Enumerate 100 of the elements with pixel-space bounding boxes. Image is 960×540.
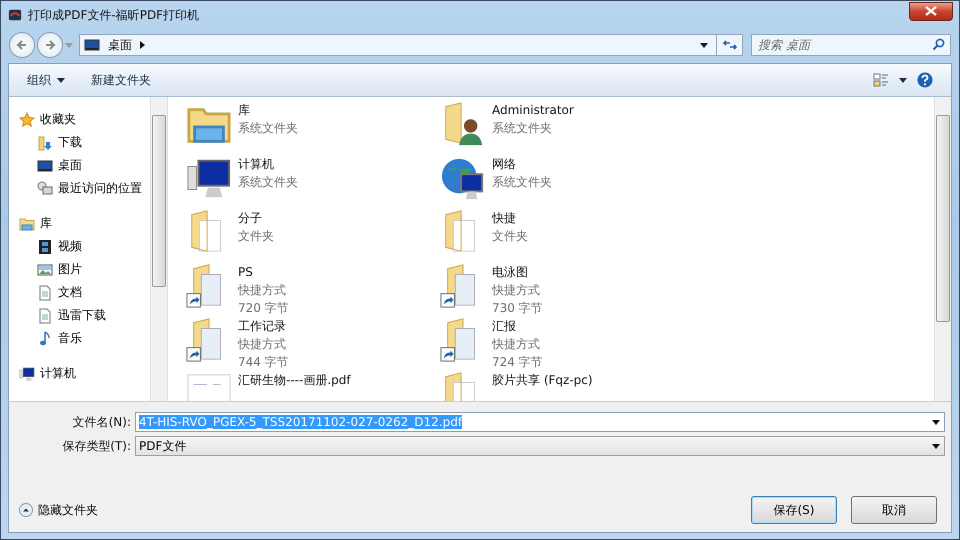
file-item[interactable]: 网络 系统文件夹 [440,155,694,209]
desktop-icon [37,158,53,174]
address-location[interactable]: 桌面 [108,36,132,54]
file-name: 分子 [238,210,263,227]
sidebar-item-label[interactable]: 下载 [58,134,82,151]
file-size: 724 字节 [492,354,543,371]
document-icon [37,284,53,300]
sidebar-item-label[interactable]: 图片 [58,261,82,278]
sidebar-group-label[interactable]: 库 [40,215,52,232]
new-folder-button[interactable]: 新建文件夹 [83,68,159,92]
file-name: 胶片共享 (Fqz-pc) [492,372,593,389]
file-item[interactable]: 汇报 快捷方式 724 字节 [440,317,694,371]
film-icon [37,238,53,254]
picture-icon [37,262,53,278]
filename-label: 文件名(N): [72,414,131,430]
breadcrumb-arrow-icon[interactable] [140,41,145,49]
back-button[interactable] [9,32,35,58]
history-caret-icon[interactable] [700,42,708,48]
forward-button[interactable] [37,32,63,58]
file-name: 计算机 [238,156,275,173]
sidebar-item[interactable]: 下载 [19,131,150,154]
sidebar-group-item[interactable]: 收藏夹 [19,108,150,131]
file-type: 系统文件夹 [238,120,298,137]
file-item[interactable]: 库 系统文件夹 [186,101,440,155]
desktop-icon [84,37,100,53]
sidebar-item-label[interactable]: 文档 [58,284,82,301]
file-name: 汇研生物----画册.pdf [238,372,351,389]
file-item[interactable]: 汇研生物----画册.pdf [186,371,440,401]
file-name: 网络 [492,156,517,173]
organize-button[interactable]: 组织 [19,68,73,92]
sidebar-item-label[interactable]: 视频 [58,238,82,255]
close-icon [925,6,937,16]
file-name: 工作记录 [238,318,287,335]
file-item[interactable]: PS 快捷方式 720 字节 [186,263,440,317]
sidebar-group-label[interactable]: 计算机 [40,365,76,382]
file-name: PS [238,264,254,281]
sidebar-item-label[interactable]: 迅雷下载 [58,307,106,324]
star-icon [19,112,35,128]
file-size: 730 字节 [492,300,543,317]
file-size: 720 字节 [238,300,289,317]
sidebar-group-item[interactable]: 计算机 [19,362,150,385]
sidebar-item[interactable]: 最近访问的位置 [19,177,150,200]
file-type: 系统文件夹 [238,174,298,191]
back-arrow-icon [16,39,28,51]
recent-places-icon [37,180,53,196]
file-name: Administrator [492,102,574,119]
sidebar-item[interactable]: 视频 [19,235,150,258]
dialog-button[interactable]: 取消 [851,496,937,524]
address-bar[interactable]: 桌面 [79,34,743,56]
document-icon [37,308,53,324]
scrollbar[interactable] [934,97,951,401]
file-item[interactable]: 工作记录 快捷方式 744 字节 [186,317,440,371]
view-options-icon[interactable] [873,72,889,88]
sidebar-item[interactable]: 图片 [19,258,150,281]
scrollbar[interactable] [150,97,167,401]
sidebar-item-label[interactable]: 桌面 [58,157,82,174]
file-type: 快捷方式 [238,282,287,299]
file-type: 快捷方式 [238,336,287,353]
caret-icon [57,78,65,82]
file-type-dropdown[interactable]: PDF文件 [135,436,945,456]
file-name: 电泳图 [492,264,529,281]
search-field[interactable]: 搜索 桌面 [751,34,951,56]
caret-icon [932,444,940,448]
printer-app-icon [8,8,22,22]
file-type: 快捷方式 [492,336,541,353]
close-button[interactable] [909,2,953,20]
sidebar-group-item[interactable]: 库 [19,212,150,235]
file-type: 系统文件夹 [492,120,553,137]
file-item[interactable]: 计算机 系统文件夹 [186,155,440,209]
file-type: 快捷方式 [492,282,541,299]
file-name: 库 [238,102,251,119]
hide-folders-button[interactable]: 隐藏文件夹 [19,502,98,518]
library-folder-icon [19,216,35,232]
file-item[interactable]: 快捷 文件夹 [440,209,694,263]
file-name: 快捷 [492,210,517,227]
sidebar-item-label[interactable]: 音乐 [58,330,82,347]
sidebar-item[interactable]: 桌面 [19,154,150,177]
window-title: 打印成PDF文件-福昕PDF打印机 [28,6,200,24]
file-item[interactable]: 电泳图 快捷方式 730 字节 [440,263,694,317]
file-type-label: 保存类型(T): [61,438,131,454]
computer-icon [19,366,35,382]
file-item[interactable]: 分子 文件夹 [186,209,440,263]
dialog-button[interactable]: 保存(S) [751,496,837,524]
file-item[interactable]: Administrator 系统文件夹 [440,101,694,155]
sidebar-item[interactable]: 音乐 [19,327,150,350]
sidebar-item-label[interactable]: 最近访问的位置 [58,180,142,197]
collapse-up-icon [19,503,33,517]
help-icon[interactable] [917,72,933,88]
caret-icon [932,420,940,424]
refresh-icon [722,39,736,51]
search-icon [932,38,945,51]
view-caret-icon[interactable] [899,78,907,82]
sidebar-group-label[interactable]: 收藏夹 [40,111,76,128]
sidebar-item[interactable]: 迅雷下载 [19,304,150,327]
folder-arrow-icon [37,134,53,150]
file-type: 系统文件夹 [492,174,552,191]
file-type: 文件夹 [492,228,528,245]
file-size: 744 字节 [238,354,289,371]
sidebar-item[interactable]: 文档 [19,281,150,304]
file-type: 文件夹 [238,228,274,245]
